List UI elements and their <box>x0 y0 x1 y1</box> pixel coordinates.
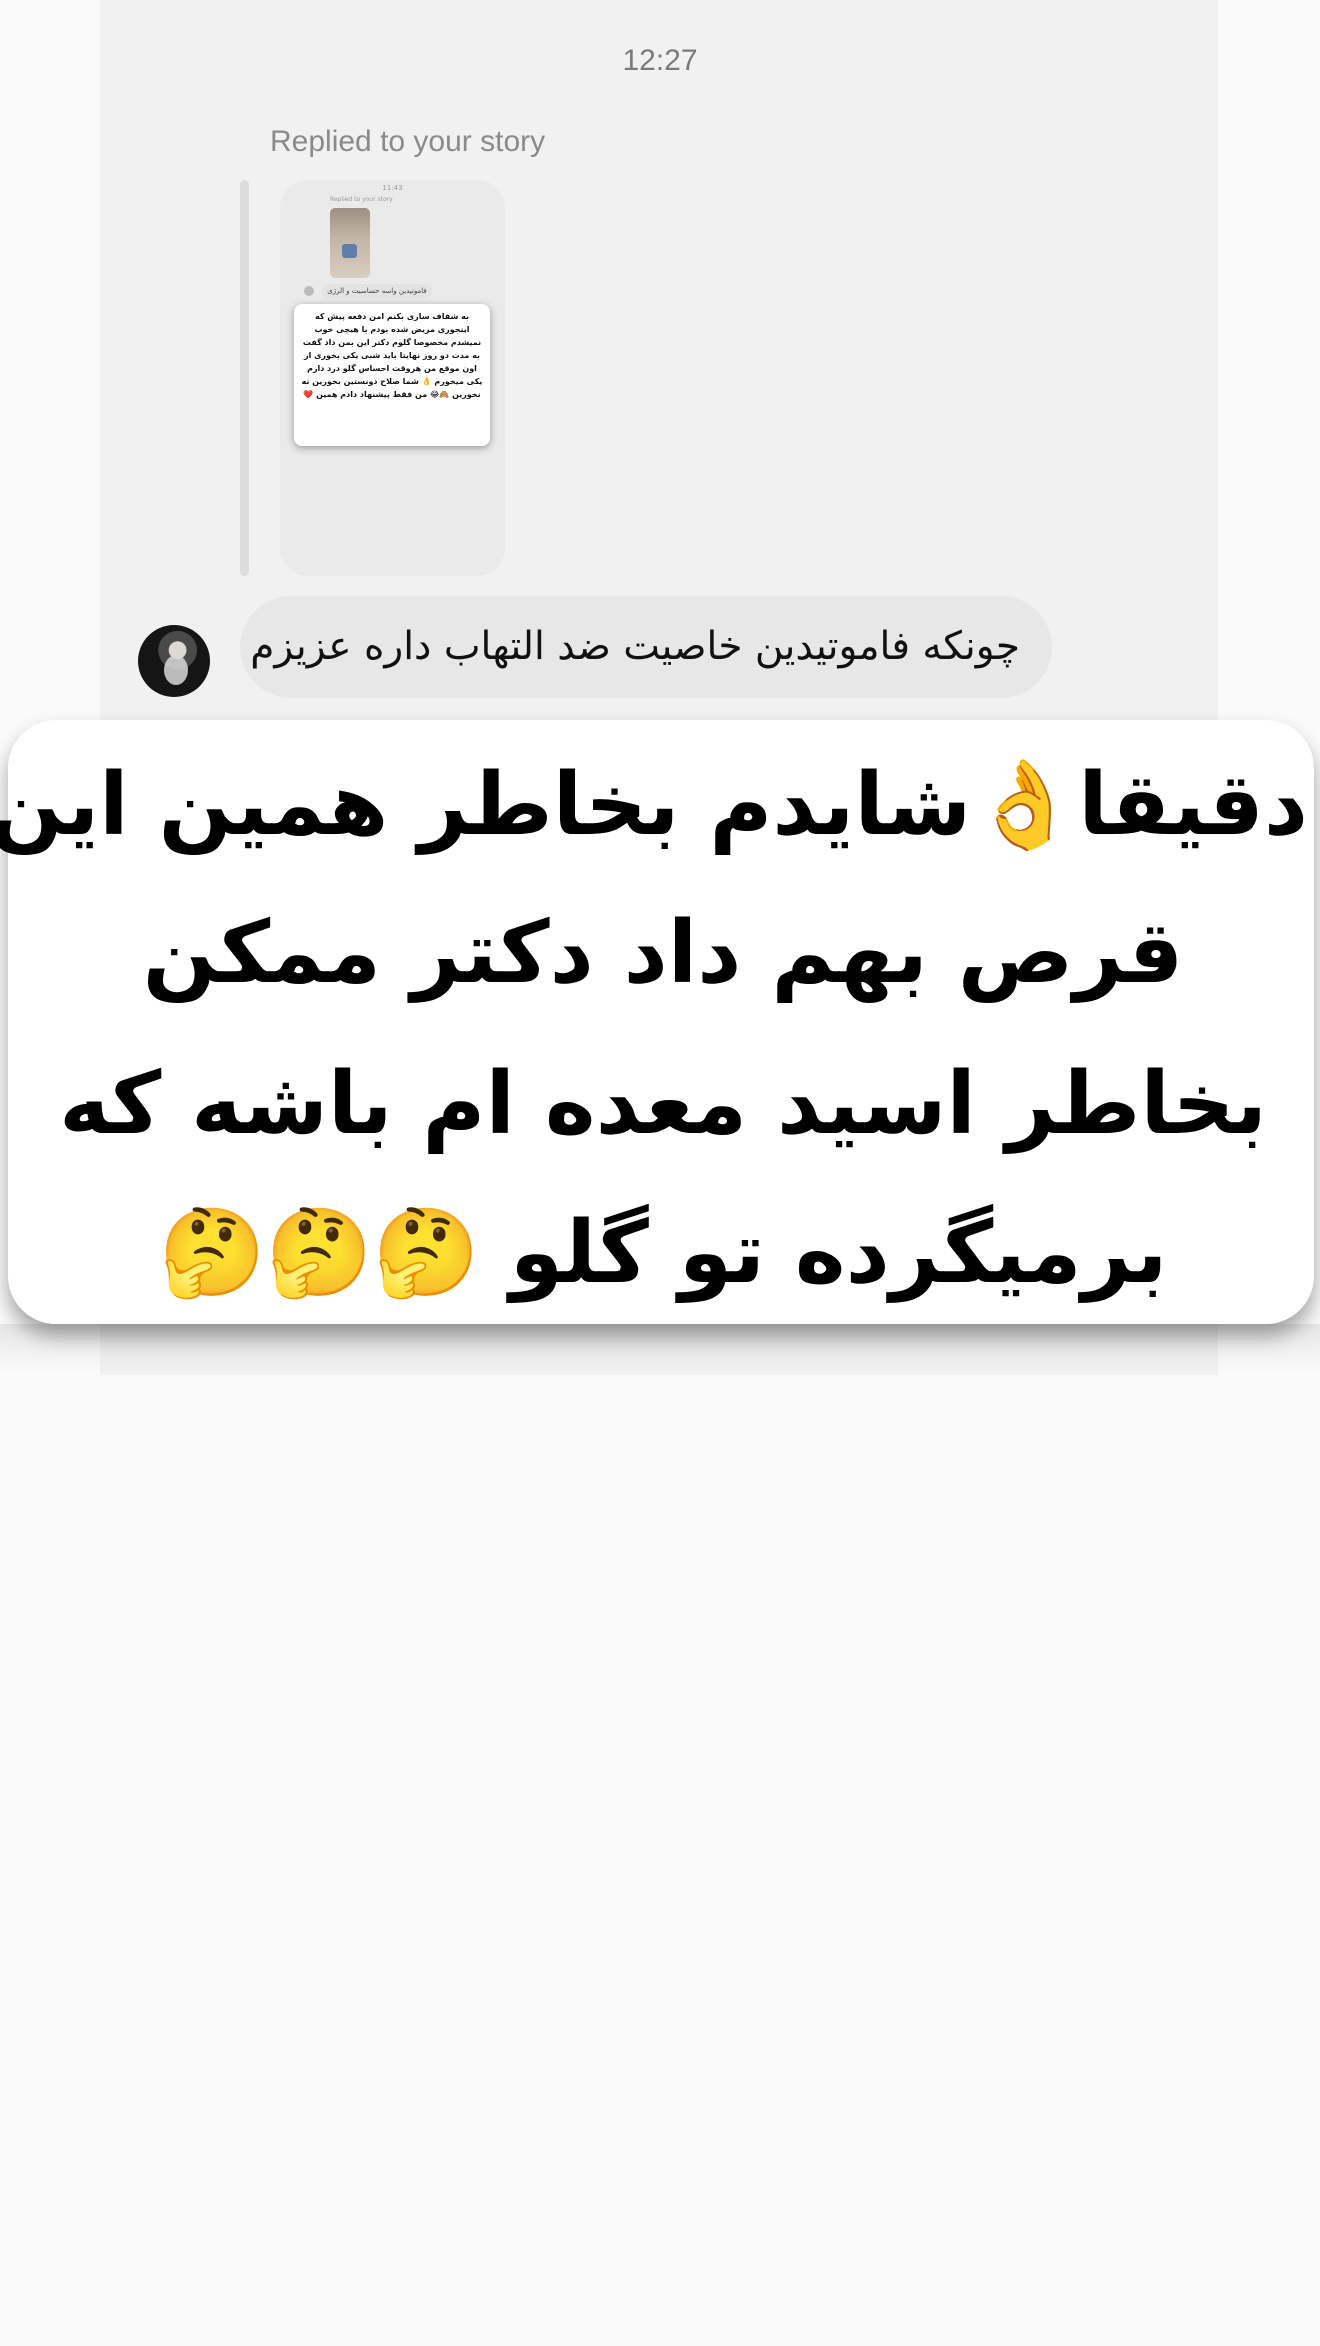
overlay-line-2: قرص بهم داد دکتر ممکن <box>142 903 1184 1003</box>
story-preview-replied-label: Replied to your story <box>330 196 393 203</box>
chat-timestamp: 12:27 <box>622 44 698 77</box>
story-preview-caption: فاموتیدین واسه حساسیت و الرژی <box>322 284 432 298</box>
story-preview-avatar <box>304 286 314 296</box>
story-preview-time: 11:43 <box>382 184 403 192</box>
overlay-line-3: بخاطر اسید معده ام باشه که <box>59 1054 1267 1154</box>
overlay-text-card: دقیقا👌شایدم بخاطر همین این قرص بهم داد د… <box>0 720 1314 1324</box>
replied-to-story-label: Replied to your story <box>270 125 546 158</box>
overlay-line-1: دقیقا👌شایدم بخاطر همین این <box>0 755 1308 855</box>
story-preview-thumbnail[interactable]: 11:43 Replied to your story فاموتیدین وا… <box>280 180 505 576</box>
card-shadow <box>0 1324 1320 1374</box>
reply-indicator-bar <box>240 180 249 576</box>
message-bubble[interactable]: چونکه فاموتیدین خاصیت ضد التهاب داره عزی… <box>240 596 1052 698</box>
story-preview-photo <box>330 208 370 278</box>
story-preview-text-card: به شفاف سازی بکنم امن دفعه پیش که اینجور… <box>294 304 490 446</box>
profile-avatar[interactable] <box>138 625 210 697</box>
overlay-line-4: برمیگرده تو گلو 🤔🤔🤔 <box>158 1203 1168 1303</box>
page: 12:27 Replied to your story 11:43 Replie… <box>0 0 1320 2346</box>
